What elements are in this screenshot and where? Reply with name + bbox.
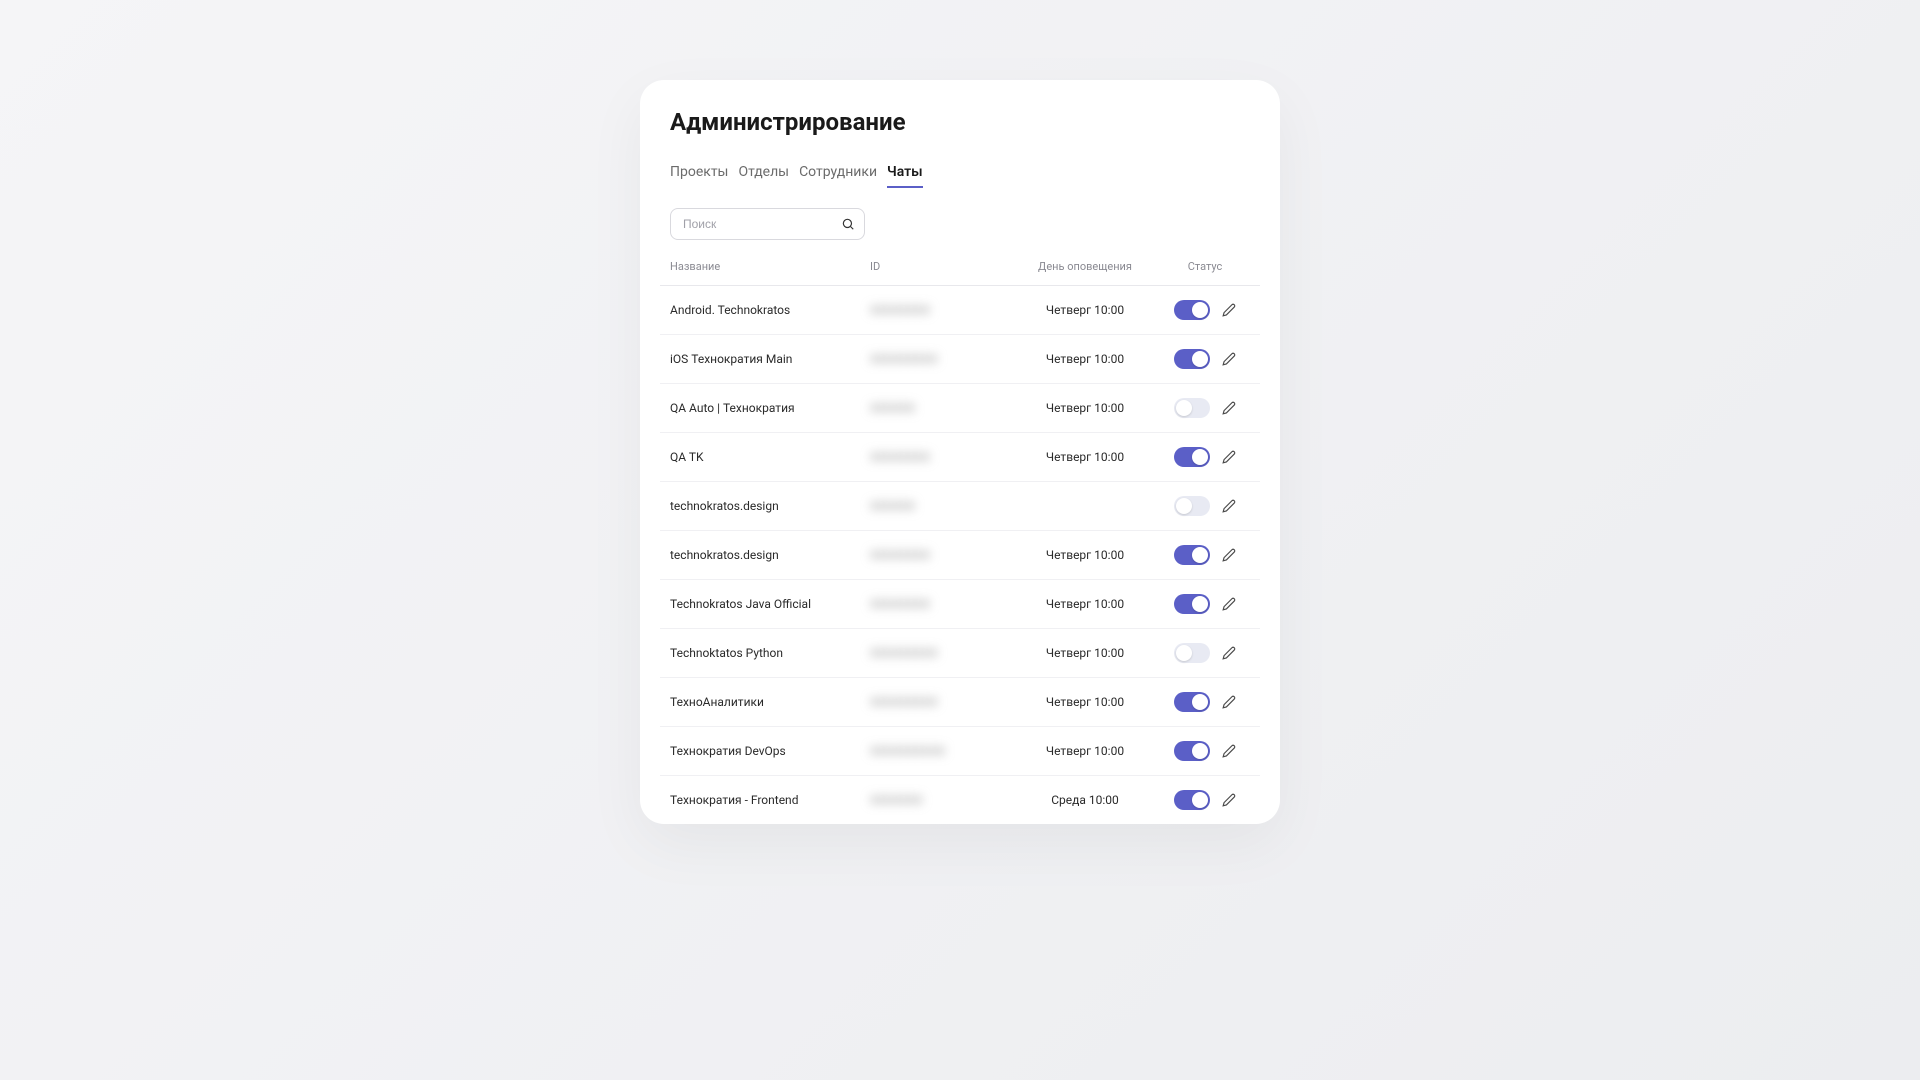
row-status-cell <box>1160 349 1250 369</box>
table-header: Название ID День оповещения Статус <box>660 260 1260 286</box>
row-id: XXXXXXX <box>870 793 1010 807</box>
row-day: Четверг 10:00 <box>1010 450 1160 464</box>
row-id: XXXXXX <box>870 499 1010 513</box>
status-toggle[interactable] <box>1174 398 1210 418</box>
row-id: XXXXXXXX <box>870 548 1010 562</box>
col-header-id: ID <box>870 260 1010 273</box>
tab-0[interactable]: Проекты <box>670 164 728 188</box>
row-status-cell <box>1160 300 1250 320</box>
search-input[interactable] <box>670 208 865 240</box>
row-name: QA Auto | Технократия <box>670 401 870 415</box>
table-row: QA TKXXXXXXXXЧетверг 10:00 <box>660 433 1260 482</box>
tabs: Проекты Отделы Сотрудники Чаты <box>660 164 1260 188</box>
row-name: iOS Технократия Main <box>670 352 870 366</box>
status-toggle[interactable] <box>1174 790 1210 810</box>
row-status-cell <box>1160 594 1250 614</box>
table-row: Technoktatos PythonXXXXXXXXXЧетверг 10:0… <box>660 629 1260 678</box>
table-row: iOS Технократия Main XXXXXXXXXЧетверг 10… <box>660 335 1260 384</box>
row-id: XXXXXXXXX <box>870 646 1010 660</box>
table-row: Android. TechnokratosXXXXXXXXЧетверг 10:… <box>660 286 1260 335</box>
row-id: XXXXXXXX <box>870 450 1010 464</box>
row-name: technokratos.design <box>670 548 870 562</box>
row-id: XXXXXX <box>870 401 1010 415</box>
table-row: Technokratos Java OfficialXXXXXXXXЧетвер… <box>660 580 1260 629</box>
col-header-status: Статус <box>1160 260 1250 273</box>
row-day: Четверг 10:00 <box>1010 401 1160 415</box>
status-toggle[interactable] <box>1174 741 1210 761</box>
table-row: QA Auto | ТехнократияXXXXXXЧетверг 10:00 <box>660 384 1260 433</box>
row-id: XXXXXXXXX <box>870 695 1010 709</box>
tab-1[interactable]: Отделы <box>738 164 789 188</box>
row-day: Четверг 10:00 <box>1010 548 1160 562</box>
status-toggle[interactable] <box>1174 692 1210 712</box>
edit-icon[interactable] <box>1222 499 1236 513</box>
page-title: Администрирование <box>660 108 1260 136</box>
table-row: ТехноАналитикиXXXXXXXXXЧетверг 10:00 <box>660 678 1260 727</box>
edit-icon[interactable] <box>1222 352 1236 366</box>
row-status-cell <box>1160 692 1250 712</box>
row-day: Четверг 10:00 <box>1010 303 1160 317</box>
row-day: Четверг 10:00 <box>1010 695 1160 709</box>
status-toggle[interactable] <box>1174 300 1210 320</box>
edit-icon[interactable] <box>1222 401 1236 415</box>
admin-card: Администрирование Проекты Отделы Сотрудник… <box>640 80 1280 824</box>
row-day: Четверг 10:00 <box>1010 597 1160 611</box>
status-toggle[interactable] <box>1174 447 1210 467</box>
table-body: Android. TechnokratosXXXXXXXXЧетверг 10:… <box>660 286 1260 824</box>
row-id: XXXXXXXXXX <box>870 744 1010 758</box>
status-toggle[interactable] <box>1174 349 1210 369</box>
search-icon <box>841 217 855 231</box>
status-toggle[interactable] <box>1174 594 1210 614</box>
row-id: XXXXXXXX <box>870 597 1010 611</box>
edit-icon[interactable] <box>1222 646 1236 660</box>
row-id: XXXXXXXXX <box>870 352 1010 366</box>
row-name: QA TK <box>670 450 870 464</box>
status-toggle[interactable] <box>1174 545 1210 565</box>
edit-icon[interactable] <box>1222 548 1236 562</box>
row-name: Технократия DevOps <box>670 744 870 758</box>
row-name: Android. Technokratos <box>670 303 870 317</box>
col-header-name: Название <box>670 260 870 273</box>
row-status-cell <box>1160 790 1250 810</box>
edit-icon[interactable] <box>1222 450 1236 464</box>
edit-icon[interactable] <box>1222 597 1236 611</box>
row-name: technokratos.design <box>670 499 870 513</box>
edit-icon[interactable] <box>1222 303 1236 317</box>
row-day: Среда 10:00 <box>1010 793 1160 807</box>
col-header-day: День оповещения <box>1010 260 1160 273</box>
table-row: Технократия DevOpsXXXXXXXXXXЧетверг 10:0… <box>660 727 1260 776</box>
row-status-cell <box>1160 496 1250 516</box>
table-row: Технократия - FrontendXXXXXXXСреда 10:00 <box>660 776 1260 824</box>
row-name: Технократия - Frontend <box>670 793 870 807</box>
table-row: technokratos.designXXXXXX <box>660 482 1260 531</box>
row-day: Четверг 10:00 <box>1010 744 1160 758</box>
search-container <box>670 208 865 240</box>
row-name: Technoktatos Python <box>670 646 870 660</box>
edit-icon[interactable] <box>1222 793 1236 807</box>
tab-2[interactable]: Сотрудники <box>799 164 877 188</box>
row-day: Четверг 10:00 <box>1010 646 1160 660</box>
row-name: ТехноАналитики <box>670 695 870 709</box>
row-status-cell <box>1160 643 1250 663</box>
tab-3[interactable]: Чаты <box>887 164 923 188</box>
status-toggle[interactable] <box>1174 643 1210 663</box>
row-id: XXXXXXXX <box>870 303 1010 317</box>
edit-icon[interactable] <box>1222 744 1236 758</box>
row-day: Четверг 10:00 <box>1010 352 1160 366</box>
table-row: technokratos.designXXXXXXXXЧетверг 10:00 <box>660 531 1260 580</box>
edit-icon[interactable] <box>1222 695 1236 709</box>
row-status-cell <box>1160 741 1250 761</box>
row-status-cell <box>1160 447 1250 467</box>
row-status-cell <box>1160 398 1250 418</box>
row-name: Technokratos Java Official <box>670 597 870 611</box>
row-status-cell <box>1160 545 1250 565</box>
status-toggle[interactable] <box>1174 496 1210 516</box>
